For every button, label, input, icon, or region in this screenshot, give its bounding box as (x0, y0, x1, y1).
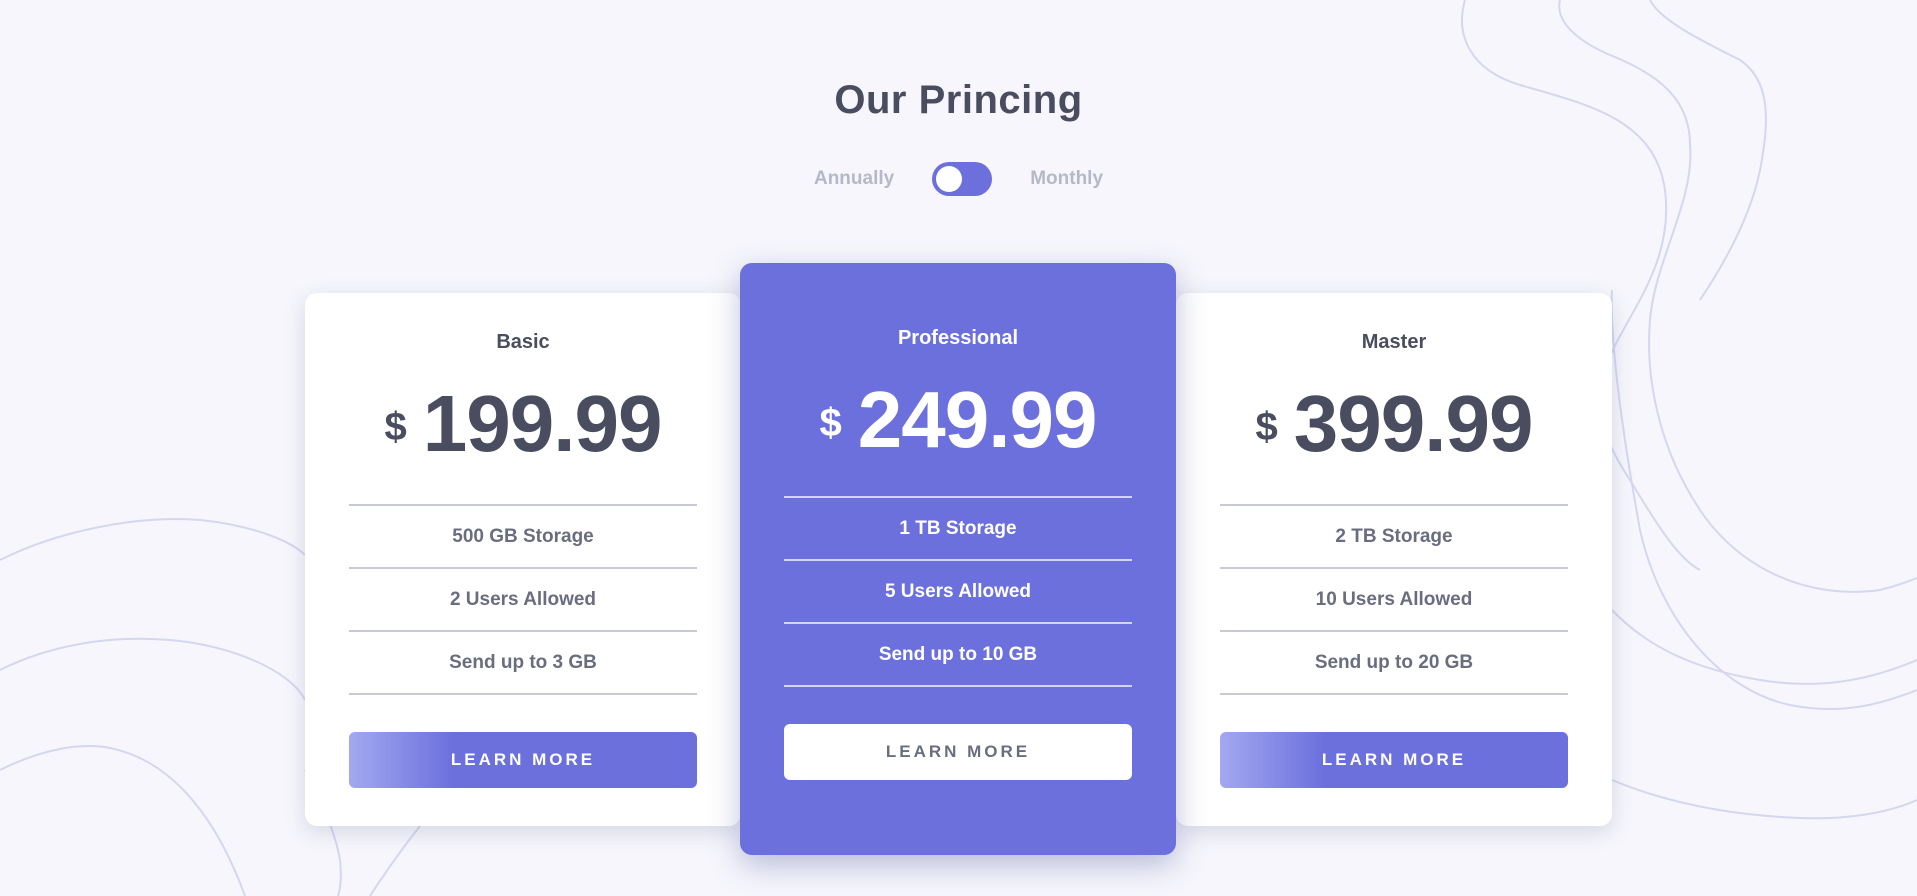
feature-item: 5 Users Allowed (784, 561, 1132, 624)
page-title: Our Princing (834, 78, 1083, 122)
feature-item: Send up to 10 GB (784, 624, 1132, 687)
currency-symbol: $ (384, 405, 407, 449)
plan-name: Basic (496, 331, 550, 353)
learn-more-button[interactable]: LEARN MORE (1220, 732, 1568, 788)
plan-name: Master (1361, 331, 1427, 353)
price: $ 199.99 (305, 376, 741, 464)
feature-item: Send up to 3 GB (349, 632, 697, 695)
feature-item: 500 GB Storage (349, 506, 697, 569)
feature-item: 10 Users Allowed (1220, 569, 1568, 632)
plan-card-basic: Basic $ 199.99 500 GB Storage 2 Users Al… (305, 293, 741, 826)
toggle-knob (936, 166, 963, 192)
price: $ 399.99 (1176, 376, 1612, 464)
price-amount: 249.99 (857, 375, 1098, 464)
learn-more-button[interactable]: LEARN MORE (784, 724, 1132, 780)
plan-card-professional: Professional $ 249.99 1 TB Storage 5 Use… (740, 263, 1176, 855)
feature-item: 2 Users Allowed (349, 569, 697, 632)
learn-more-button[interactable]: LEARN MORE (349, 732, 697, 788)
plan-card-master: Master $ 399.99 2 TB Storage 10 Users Al… (1176, 293, 1612, 826)
plan-name: Professional (897, 327, 1019, 349)
currency-symbol: $ (1255, 405, 1278, 449)
feature-item: 1 TB Storage (784, 498, 1132, 561)
billing-toggle-switch[interactable] (932, 162, 993, 196)
feature-list: 2 TB Storage 10 Users Allowed Send up to… (1220, 504, 1568, 695)
price-amount: 199.99 (422, 379, 663, 468)
feature-item: Send up to 20 GB (1220, 632, 1568, 695)
currency-symbol: $ (819, 401, 842, 445)
monthly-label[interactable]: Monthly (1030, 168, 1103, 190)
price: $ 249.99 (740, 372, 1176, 460)
annually-label[interactable]: Annually (814, 168, 894, 190)
price-amount: 399.99 (1293, 379, 1534, 468)
billing-toggle-group: Annually Monthly (0, 162, 1917, 196)
feature-list: 500 GB Storage 2 Users Allowed Send up t… (349, 504, 697, 695)
feature-item: 2 TB Storage (1220, 506, 1568, 569)
feature-list: 1 TB Storage 5 Users Allowed Send up to … (784, 496, 1132, 687)
